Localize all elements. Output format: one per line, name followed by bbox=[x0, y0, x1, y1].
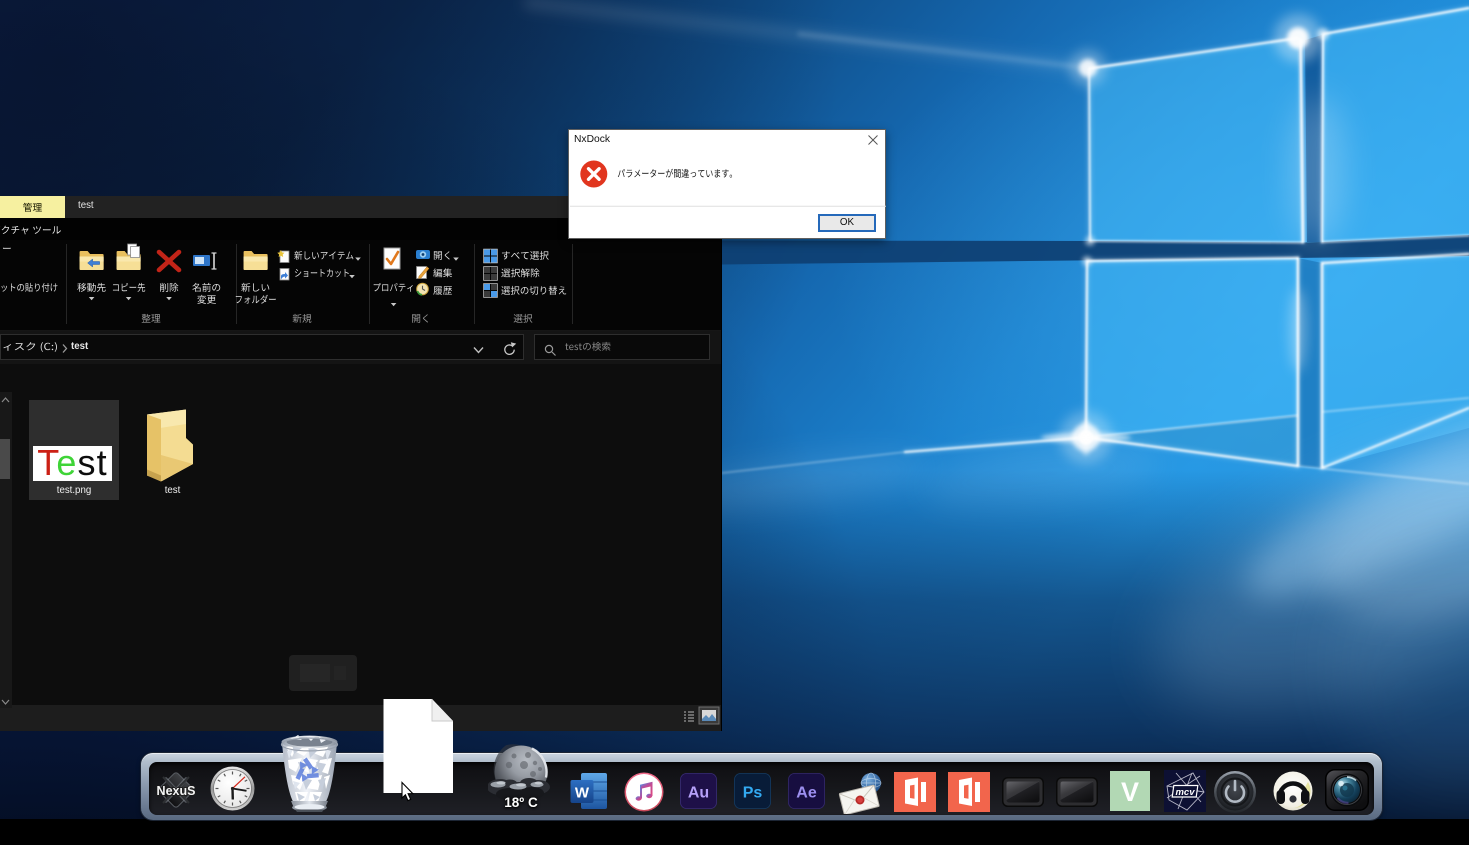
svg-text:Au: Au bbox=[688, 785, 709, 802]
svg-text:Ps: Ps bbox=[743, 785, 763, 802]
svg-text:W: W bbox=[575, 785, 590, 802]
svg-text:V: V bbox=[1121, 777, 1139, 807]
svg-text:mcv: mcv bbox=[1175, 787, 1195, 798]
svg-text:NexuS: NexuS bbox=[157, 784, 196, 798]
svg-text:Ae: Ae bbox=[796, 785, 817, 802]
